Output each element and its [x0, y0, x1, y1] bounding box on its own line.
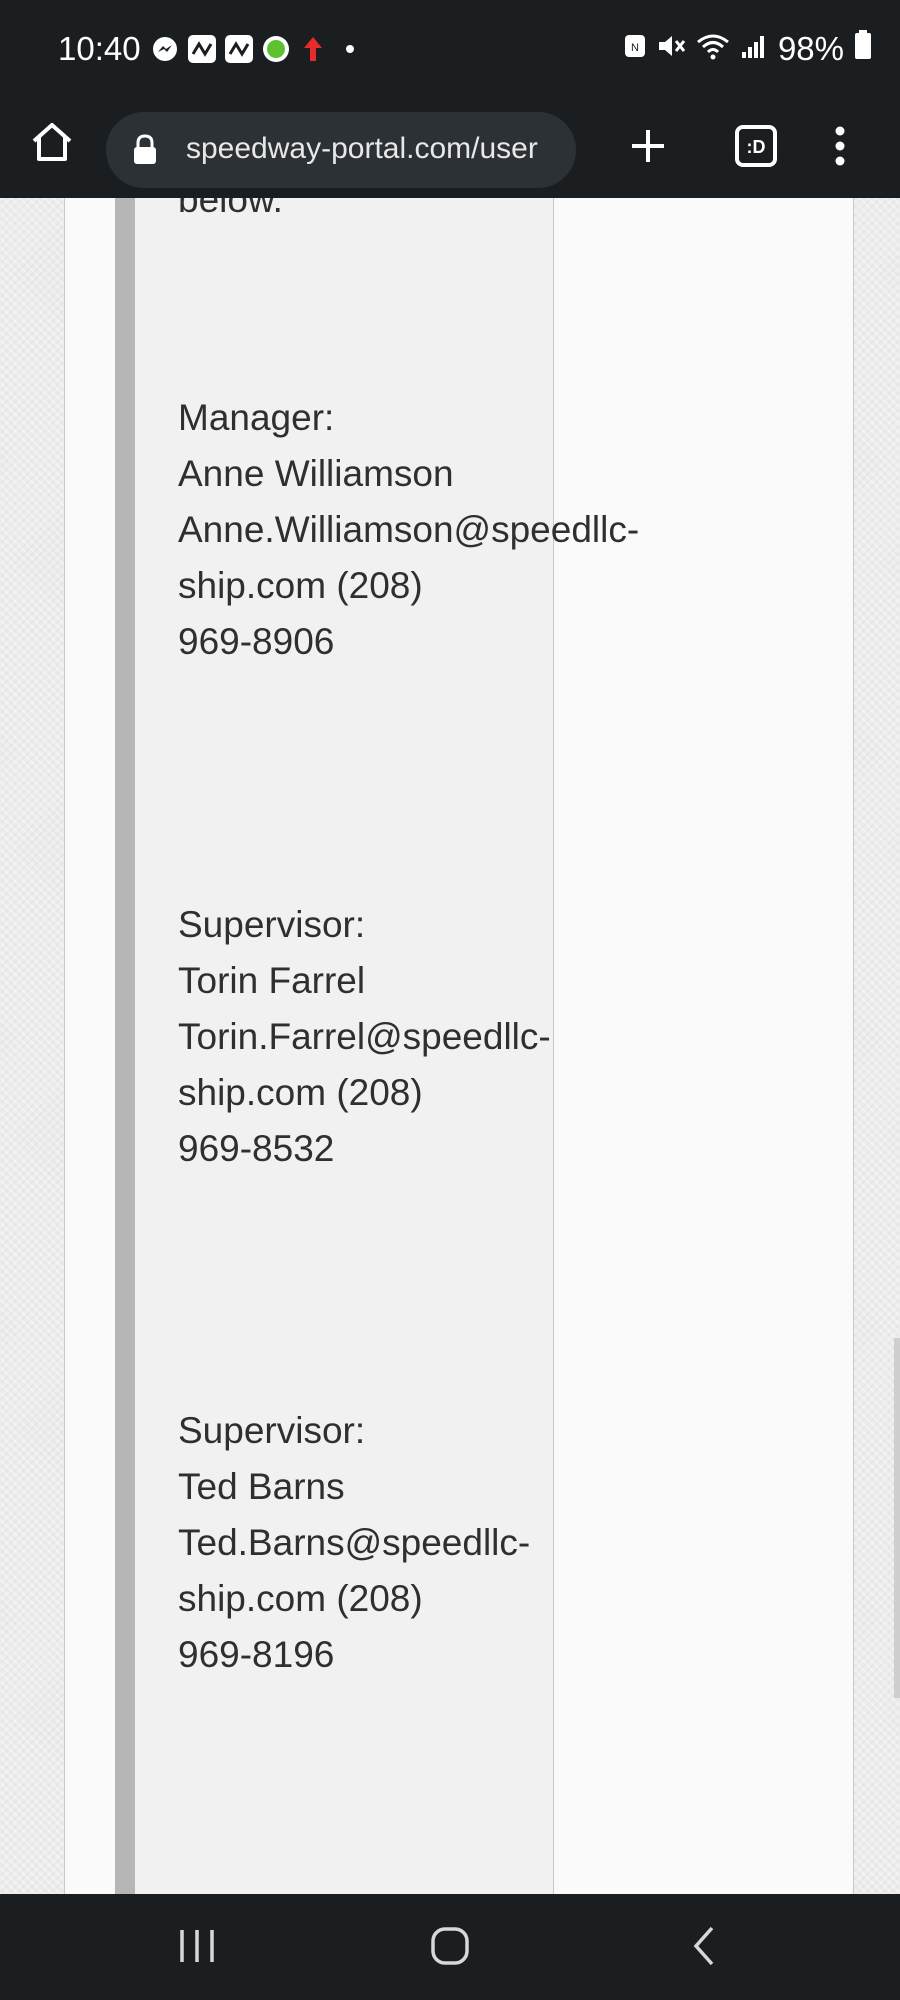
contact-phone[interactable]: 969-8532	[178, 1121, 551, 1177]
contact-block: Supervisor: Torin Farrel Torin.Farrel@sp…	[178, 897, 551, 1177]
tab-switcher-button[interactable]: :D	[728, 118, 784, 174]
back-button[interactable]	[684, 1922, 724, 1970]
status-time: 10:40	[58, 30, 141, 67]
contact-email[interactable]: Ted.Barns@speedllc-	[178, 1515, 530, 1571]
nav-home-icon	[431, 1927, 469, 1965]
contact-role: Manager:	[178, 397, 335, 438]
contact-role: Supervisor:	[178, 1410, 366, 1451]
address-bar[interactable]: speedway-portal.com/user	[106, 112, 576, 188]
wifi-icon	[696, 30, 730, 68]
activity-icon	[224, 34, 254, 64]
intro-text: below.	[178, 198, 283, 228]
battery-icon	[854, 30, 872, 68]
home-button[interactable]	[24, 114, 80, 170]
tab-switcher-icon: :D	[735, 125, 777, 167]
recents-button[interactable]	[172, 1926, 222, 1966]
contact-email-phone[interactable]: ship.com (208)	[178, 1571, 530, 1627]
battery-percent: 98%	[777, 30, 844, 67]
web-page: below. Manager: Anne Williamson Anne.Wil…	[0, 198, 900, 1894]
contact-email-phone[interactable]: ship.com (208)	[178, 558, 639, 614]
contact-phone[interactable]: 969-8196	[178, 1627, 530, 1683]
url-text: speedway-portal.com/user	[186, 132, 538, 165]
browser-toolbar: speedway-portal.com/user :D	[0, 100, 900, 200]
nav-home-button[interactable]	[424, 1924, 476, 1968]
contact-name: Anne Williamson	[178, 453, 454, 494]
contact-email-phone[interactable]: ship.com (208)	[178, 1065, 551, 1121]
svg-text::D: :D	[747, 137, 766, 157]
dot-icon	[335, 34, 365, 64]
new-tab-button[interactable]	[620, 118, 676, 174]
contact-role: Supervisor:	[178, 904, 366, 945]
upload-arrow-icon	[298, 34, 328, 64]
status-bar: 10:40 N 98%	[0, 0, 900, 100]
contact-block: Supervisor: Ted Barns Ted.Barns@speedllc…	[178, 1403, 530, 1683]
contact-phone[interactable]: 969-8906	[178, 614, 639, 670]
notification-icons	[150, 34, 365, 64]
messenger-icon	[150, 34, 180, 64]
contact-name: Ted Barns	[178, 1466, 345, 1507]
recents-icon	[180, 1930, 214, 1962]
plus-icon	[632, 130, 664, 162]
system-navigation-bar	[0, 1894, 900, 2000]
home-icon	[32, 123, 72, 161]
nfc-icon: N	[624, 30, 646, 68]
contact-email[interactable]: Torin.Farrel@speedllc-	[178, 1009, 551, 1065]
svg-text:N: N	[631, 42, 639, 54]
lock-icon	[132, 134, 158, 171]
left-border-stripe	[115, 198, 135, 1894]
green-dot-icon	[261, 34, 291, 64]
contact-email[interactable]: Anne.Williamson@speedllc-	[178, 502, 639, 558]
overflow-menu-button[interactable]	[822, 118, 858, 174]
contact-name: Torin Farrel	[178, 960, 366, 1001]
contact-block: Manager: Anne Williamson Anne.Williamson…	[178, 390, 639, 670]
mute-icon	[656, 30, 686, 68]
signal-icon	[740, 30, 768, 68]
activity-icon	[187, 34, 217, 64]
system-status: N 98%	[624, 30, 872, 68]
page-scrollbar[interactable]	[894, 1338, 900, 1698]
intro-tail: below.	[178, 198, 283, 220]
more-vert-icon	[835, 126, 845, 166]
back-icon	[693, 1926, 714, 1966]
